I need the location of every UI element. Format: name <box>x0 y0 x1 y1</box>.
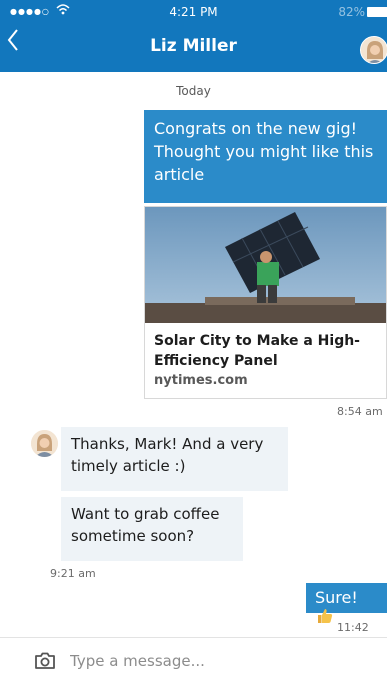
message-text: Sure! <box>315 588 358 607</box>
article-thumbnail <box>145 207 386 323</box>
status-time: 4:21 PM <box>169 5 218 19</box>
top-bar: ●●●●○ 4:21 PM 82% Liz Miller <box>0 0 387 72</box>
sender-avatar-icon <box>31 430 58 457</box>
message-timestamp: 8:54 am <box>337 405 383 418</box>
thumbs-up-icon <box>317 608 333 629</box>
link-preview-card[interactable]: Solar City to Make a High-Efficiency Pan… <box>144 206 387 399</box>
incoming-message[interactable]: Thanks, Mark! And a very timely article … <box>61 427 288 491</box>
incoming-message[interactable]: Want to grab coffee sometime soon? <box>61 497 243 561</box>
article-source: nytimes.com <box>154 373 248 388</box>
article-title: Solar City to Make a High-Efficiency Pan… <box>154 333 360 369</box>
status-bar: ●●●●○ 4:21 PM 82% <box>0 0 387 24</box>
message-input[interactable] <box>70 648 370 674</box>
contact-avatar-icon <box>361 37 387 63</box>
date-separator: Today <box>176 84 211 98</box>
message-timestamp: 9:21 am <box>50 567 96 580</box>
battery-percent: 82% <box>338 5 365 19</box>
conversation-title: Liz Miller <box>150 36 237 56</box>
camera-icon <box>35 652 55 669</box>
camera-button[interactable] <box>34 652 56 670</box>
outgoing-message[interactable]: Congrats on the new gig! Thought you mig… <box>144 110 387 203</box>
sender-avatar <box>31 430 58 457</box>
battery-icon <box>367 7 387 17</box>
message-composer <box>0 637 387 683</box>
outgoing-message[interactable]: Sure! <box>306 583 387 623</box>
contact-avatar-button[interactable] <box>360 36 387 64</box>
